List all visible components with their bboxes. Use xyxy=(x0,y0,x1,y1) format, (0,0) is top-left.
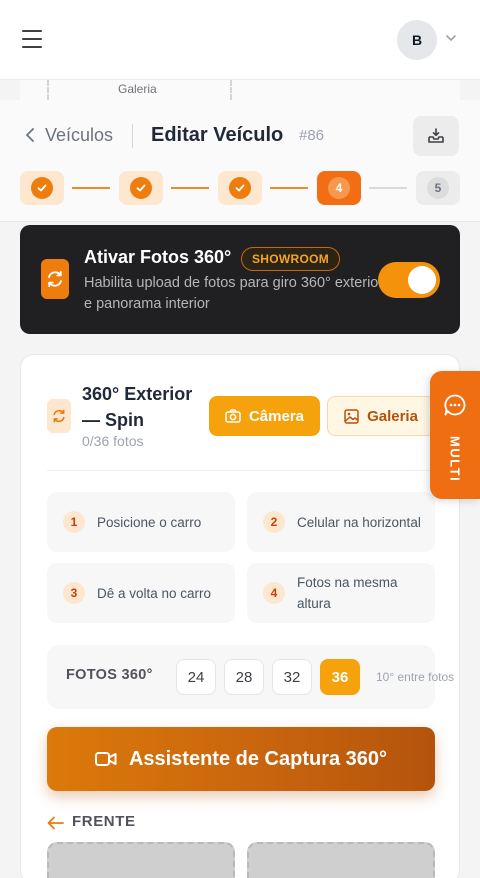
count-option-36[interactable]: 36 xyxy=(320,659,360,695)
video-camera-icon xyxy=(94,752,117,766)
step-3-done[interactable] xyxy=(218,171,262,205)
tip-4: 4 Fotos na mesma altura xyxy=(247,563,435,623)
rotate-360-icon xyxy=(47,399,71,433)
check-icon xyxy=(130,177,152,199)
tip-2: 2 Celular na horizontal xyxy=(247,492,435,552)
tip-number: 1 xyxy=(63,511,85,533)
multi-tab-label: MULTI xyxy=(447,435,463,483)
chevron-down-icon[interactable] xyxy=(446,33,456,43)
chat-bubble-icon xyxy=(444,394,466,416)
tip-number: 3 xyxy=(63,582,85,604)
spin-section-title: 360° Exterior — Spin xyxy=(82,384,193,430)
check-icon xyxy=(229,177,251,199)
banner-title: Ativar Fotos 360° xyxy=(84,247,232,267)
arrow-left-icon xyxy=(47,816,64,830)
step-connector-3 xyxy=(270,187,308,189)
camera-button-label: Câmera xyxy=(248,407,305,425)
step-5-number: 5 xyxy=(427,177,449,199)
dashed-border-left xyxy=(47,80,49,100)
tip-text: Dê a volta no carro xyxy=(97,585,212,601)
fotos-360-banner: Ativar Fotos 360° SHOWROOM Habilita uplo… xyxy=(20,225,460,334)
app-header: B xyxy=(0,0,480,80)
step-4-number: 4 xyxy=(328,177,350,199)
step-connector-4 xyxy=(369,187,407,189)
photo-interval-hint: 10° entre fotos xyxy=(376,670,455,684)
tip-text: Celular na horizontal xyxy=(297,514,421,530)
step-1-done[interactable] xyxy=(20,171,64,205)
multi-floating-tab[interactable]: MULTI xyxy=(430,371,480,499)
count-option-32[interactable]: 32 xyxy=(272,659,312,695)
download-button[interactable] xyxy=(413,116,459,156)
camera-button[interactable]: Câmera xyxy=(209,396,320,436)
fotos-360-toggle[interactable] xyxy=(378,262,440,298)
rotate-360-icon xyxy=(41,259,69,299)
gallery-button-label: Galeria xyxy=(367,407,418,425)
photo-slot[interactable] xyxy=(247,842,435,878)
count-option-28[interactable]: 28 xyxy=(224,659,264,695)
tip-text: Posicione o carro xyxy=(97,514,202,530)
spin-card: 360° Exterior — Spin 0/36 fotos Câmera G… xyxy=(20,354,460,878)
user-avatar[interactable]: B xyxy=(397,20,437,60)
capture-assistant-button[interactable]: Assistente de Captura 360° xyxy=(47,727,435,791)
photo-count-text: 0/36 fotos xyxy=(82,433,144,449)
back-link-veiculos[interactable]: Veículos xyxy=(45,125,113,146)
step-connector-1 xyxy=(72,187,110,189)
count-option-24[interactable]: 24 xyxy=(176,659,216,695)
image-icon xyxy=(344,408,359,424)
photo-count-selector: FOTOS 360° 24 28 32 36 10° entre fotos xyxy=(47,645,454,709)
page-title: Editar Veículo xyxy=(151,124,284,146)
vehicle-id: #86 xyxy=(299,127,325,144)
header-divider xyxy=(132,124,133,148)
hamburger-menu-icon[interactable] xyxy=(22,30,42,48)
photo-slot[interactable] xyxy=(47,842,235,878)
gallery-button[interactable]: Galeria xyxy=(327,396,435,436)
camera-icon xyxy=(225,409,241,423)
dashed-border-right xyxy=(230,80,232,100)
tip-number: 2 xyxy=(263,511,285,533)
step-4-active[interactable]: 4 xyxy=(317,171,361,205)
download-tray-icon xyxy=(428,128,444,143)
step-connector-2 xyxy=(171,187,209,189)
showroom-badge: SHOWROOM xyxy=(241,247,341,271)
step-2-done[interactable] xyxy=(119,171,163,205)
tip-1: 1 Posicione o carro xyxy=(47,492,235,552)
tip-number: 4 xyxy=(263,582,285,604)
photo-count-label: FOTOS 360° xyxy=(66,667,153,683)
tip-3: 3 Dê a volta no carro xyxy=(47,563,235,623)
background-gallery-strip: Galeria xyxy=(20,80,460,100)
banner-description: Habilita upload de fotos para giro 360° … xyxy=(84,275,384,312)
card-divider xyxy=(47,470,435,471)
capture-assistant-label: Assistente de Captura 360° xyxy=(128,747,388,770)
direction-label: FRENTE xyxy=(72,813,136,830)
chevron-left-icon[interactable] xyxy=(25,128,35,142)
background-galeria-label: Galeria xyxy=(118,82,157,96)
tip-text: Fotos na mesma altura xyxy=(297,575,398,611)
toggle-knob xyxy=(408,266,436,294)
step-5-todo[interactable]: 5 xyxy=(416,171,460,205)
check-icon xyxy=(31,177,53,199)
